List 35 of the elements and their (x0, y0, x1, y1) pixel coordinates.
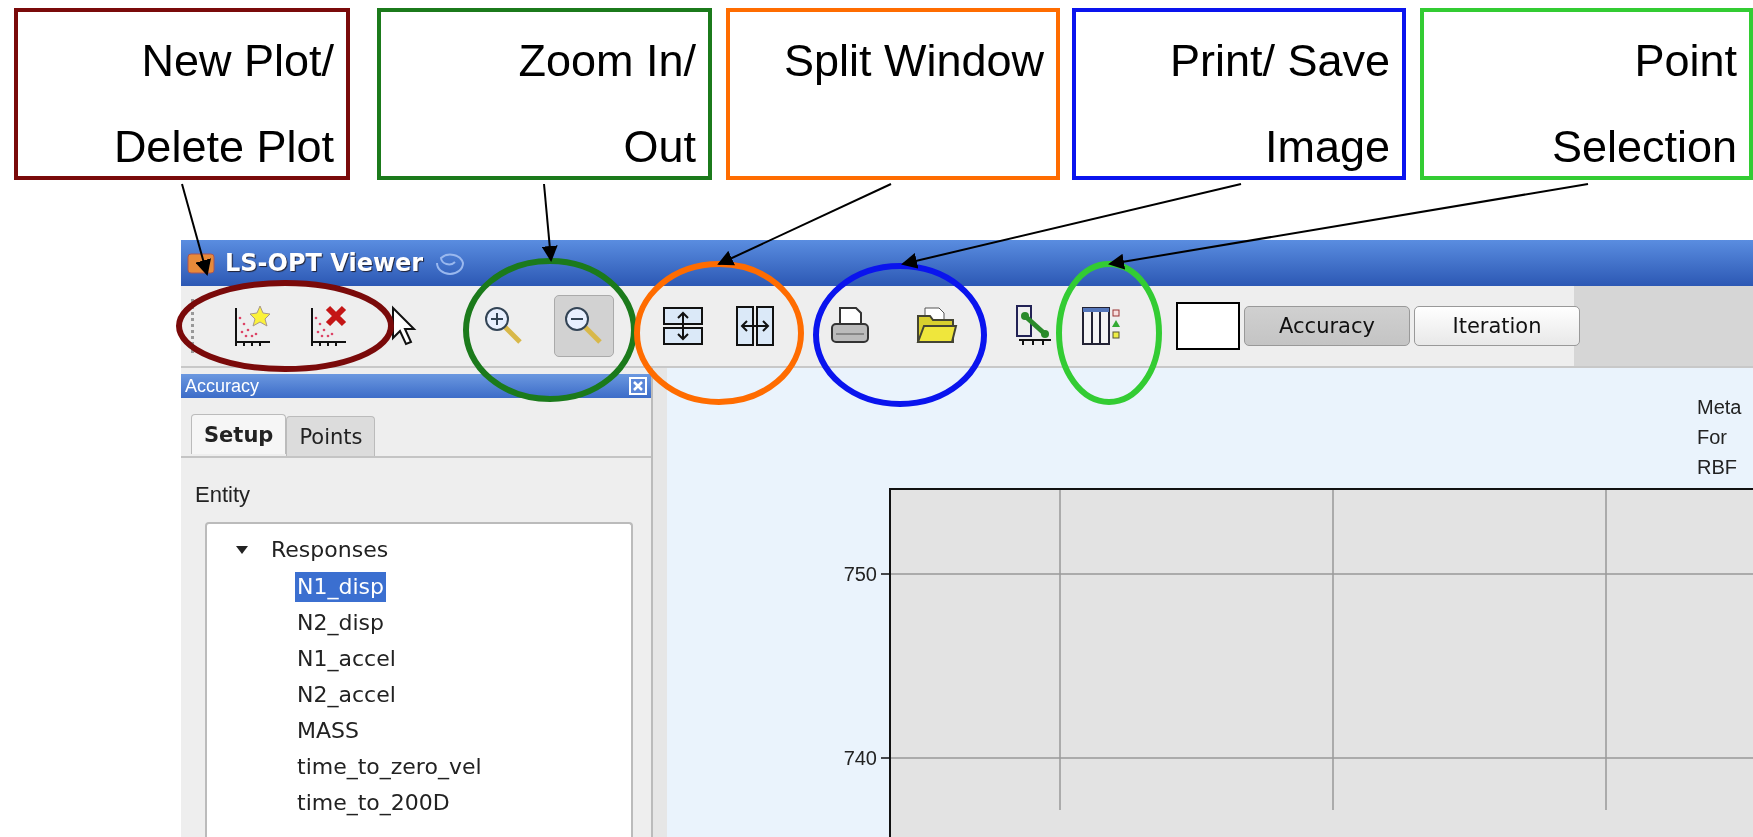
tree-item[interactable]: Responses (269, 534, 391, 565)
expander-icon[interactable] (235, 544, 249, 555)
toolbar-button[interactable] (554, 295, 614, 357)
axis-tick-label: 750 (843, 562, 878, 586)
panel-title: Accuracy (185, 375, 260, 397)
callout-text: New Plot/ (141, 34, 334, 88)
tree-item[interactable]: N2_accel (295, 680, 398, 710)
split-horizontal-icon (661, 304, 705, 348)
tree-item[interactable]: N1_accel (295, 644, 398, 674)
tree-item[interactable]: N1_disp (295, 572, 386, 602)
tree-item[interactable]: time_to_zero_vel (295, 752, 484, 782)
callout-text: Split Window (783, 34, 1044, 88)
axis-tick-label: 740 (843, 746, 878, 770)
close-icon[interactable] (629, 377, 647, 395)
tab[interactable]: Points (286, 416, 376, 456)
toggle-button[interactable]: Accuracy (1244, 306, 1410, 346)
callout-text: Delete Plot (113, 120, 334, 174)
callout-text: Selection (1551, 120, 1737, 174)
toggle-button[interactable]: Iteration (1414, 306, 1580, 346)
tree-item[interactable]: time_to_200D (295, 788, 452, 818)
tree-item[interactable]: N2_disp (295, 608, 386, 638)
color-swatch[interactable] (1176, 302, 1240, 350)
callout-text: Out (623, 120, 696, 174)
tree-item[interactable]: MASS (295, 716, 361, 746)
plot-title-text: RBF (1697, 455, 1737, 480)
entity-label: Entity (195, 482, 252, 508)
callout-text: Image (1264, 120, 1390, 174)
callout-text: Point (1634, 34, 1737, 88)
callout-text: Print/ Save (1169, 34, 1390, 88)
split-vertical-icon (733, 304, 777, 348)
window-title: LS-OPT Viewer (225, 249, 424, 277)
plot-title-text: Meta (1697, 395, 1742, 420)
plot-title-text: For (1697, 425, 1727, 450)
callout-text: Zoom In/ (518, 34, 696, 88)
tab[interactable]: Setup (191, 414, 287, 454)
